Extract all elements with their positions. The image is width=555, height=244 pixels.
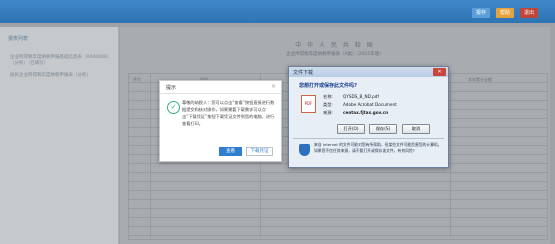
save-report-button[interactable]: 报存 <box>472 8 490 18</box>
pdf-file-icon: PDF <box>301 95 316 113</box>
report-subtitle: 企业所得税年度纳税申报表（A类）（2015年版） <box>286 52 384 57</box>
open-button[interactable]: 打开(O) <box>337 124 365 134</box>
check-icon: ✓ <box>167 101 180 114</box>
file-source: centax.fjtax.gov.cn <box>343 110 389 115</box>
file-name: QYSDS_B_ND.pdf <box>343 94 379 99</box>
cancel-button[interactable]: 取消 <box>402 124 430 134</box>
report-title: 中 华 人 民 共 和 国 <box>295 42 375 49</box>
file-download-dialog: 文件下载 ✕ 您想打开或保存此文件吗? PDF 名称: QYSDS_B_ND.p… <box>288 66 449 168</box>
close-icon[interactable]: ✕ <box>433 68 446 76</box>
divider <box>293 138 444 139</box>
shield-icon <box>299 144 310 156</box>
help-button[interactable]: 帮助 <box>496 8 514 18</box>
view-button[interactable]: 查看 <box>219 147 242 156</box>
type-label: 类型: <box>323 102 333 107</box>
exit-button[interactable]: 退出 <box>520 8 538 18</box>
sidebar-title: 报表列表 <box>8 36 29 42</box>
sidebar-item-basic-info[interactable]: 企业所得税年度纳税申报基础信息表（A000000）（分析）（已填写） <box>10 54 110 66</box>
prompt-title: 提示 <box>166 85 177 91</box>
sidebar-item-annual-return[interactable]: 居民企业所得税年度纳税申报表（分析） <box>10 72 110 78</box>
name-label: 名称: <box>323 94 333 99</box>
prompt-message: 尊敬的纳税人：您可以点击“查看”按钮直接进行数据提交和核对操作，如果需要下载需求… <box>182 100 275 126</box>
table-divider <box>450 73 451 238</box>
save-button[interactable]: 保存(S) <box>369 124 397 134</box>
table-divider <box>150 73 151 238</box>
dialog-title: 文件下载 <box>293 70 314 76</box>
prompt-dialog: 提示 × ✓ 尊敬的纳税人：您可以点击“查看”按钮直接进行数据提交和核对操作，如… <box>159 80 282 162</box>
table-header-ytd-amount: 本年累计金额 <box>468 77 492 82</box>
top-bar: 报存 帮助 退出 <box>0 0 555 23</box>
table-header-number: 序号 <box>133 77 141 82</box>
from-label: 来源: <box>323 110 333 115</box>
file-type: Adobe Acrobat Document <box>343 102 397 107</box>
download-voucher-button[interactable]: 下载凭证 <box>246 147 273 156</box>
close-icon[interactable]: × <box>271 83 276 90</box>
security-warning: 来自 Internet 的文件可能对您有所帮助，但某些文件可能危害您的计算机。如… <box>314 142 442 153</box>
prompt-header <box>160 81 281 94</box>
download-question: 您想打开或保存此文件吗? <box>299 83 357 89</box>
report-list-sidebar: 报表列表 企业所得税年度纳税申报基础信息表（A000000）（分析）（已填写） … <box>0 27 119 244</box>
